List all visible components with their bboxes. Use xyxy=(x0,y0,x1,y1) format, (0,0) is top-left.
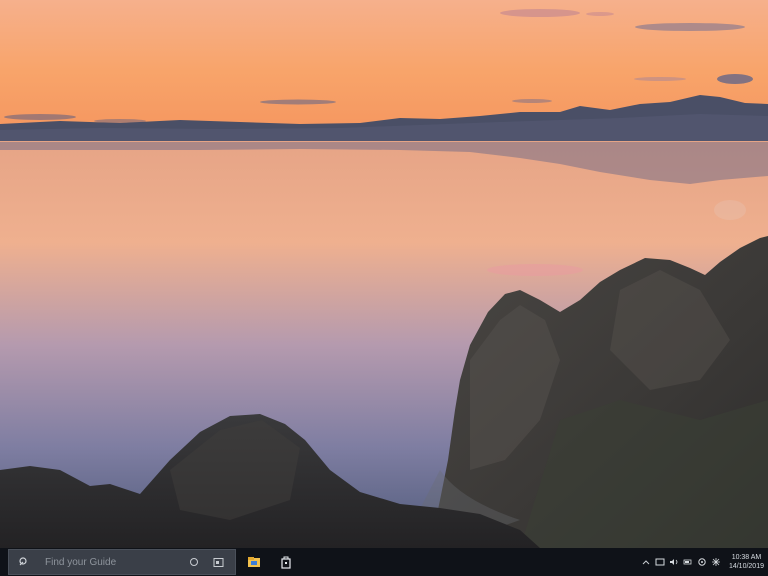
store-icon[interactable] xyxy=(272,548,300,576)
taskbar: Find your Guide 10:38 AM 14/10/2019 xyxy=(0,548,768,576)
search-icon xyxy=(17,555,31,569)
file-explorer-icon[interactable] xyxy=(240,548,268,576)
search-box[interactable]: Find your Guide xyxy=(8,549,236,575)
clock[interactable]: 10:38 AM 14/10/2019 xyxy=(729,553,764,571)
clock-time: 10:38 AM xyxy=(731,554,762,561)
settings-icon[interactable] xyxy=(710,555,722,569)
battery-icon[interactable] xyxy=(682,555,694,569)
network-icon[interactable] xyxy=(654,555,666,569)
system-tray: 10:38 AM 14/10/2019 xyxy=(639,548,768,576)
desktop: Find your Guide 10:38 AM 14/10/2019 xyxy=(0,0,768,576)
clock-date: 14/10/2019 xyxy=(728,563,764,570)
wallpaper-image xyxy=(0,0,768,548)
volume-icon[interactable] xyxy=(668,555,680,569)
mic-icon[interactable] xyxy=(187,555,201,569)
notification-icon[interactable] xyxy=(696,555,708,569)
start-button[interactable] xyxy=(0,548,8,576)
task-view-icon[interactable] xyxy=(211,555,225,569)
chevron-up-icon[interactable] xyxy=(640,555,652,569)
search-placeholder: Find your Guide xyxy=(45,556,117,568)
